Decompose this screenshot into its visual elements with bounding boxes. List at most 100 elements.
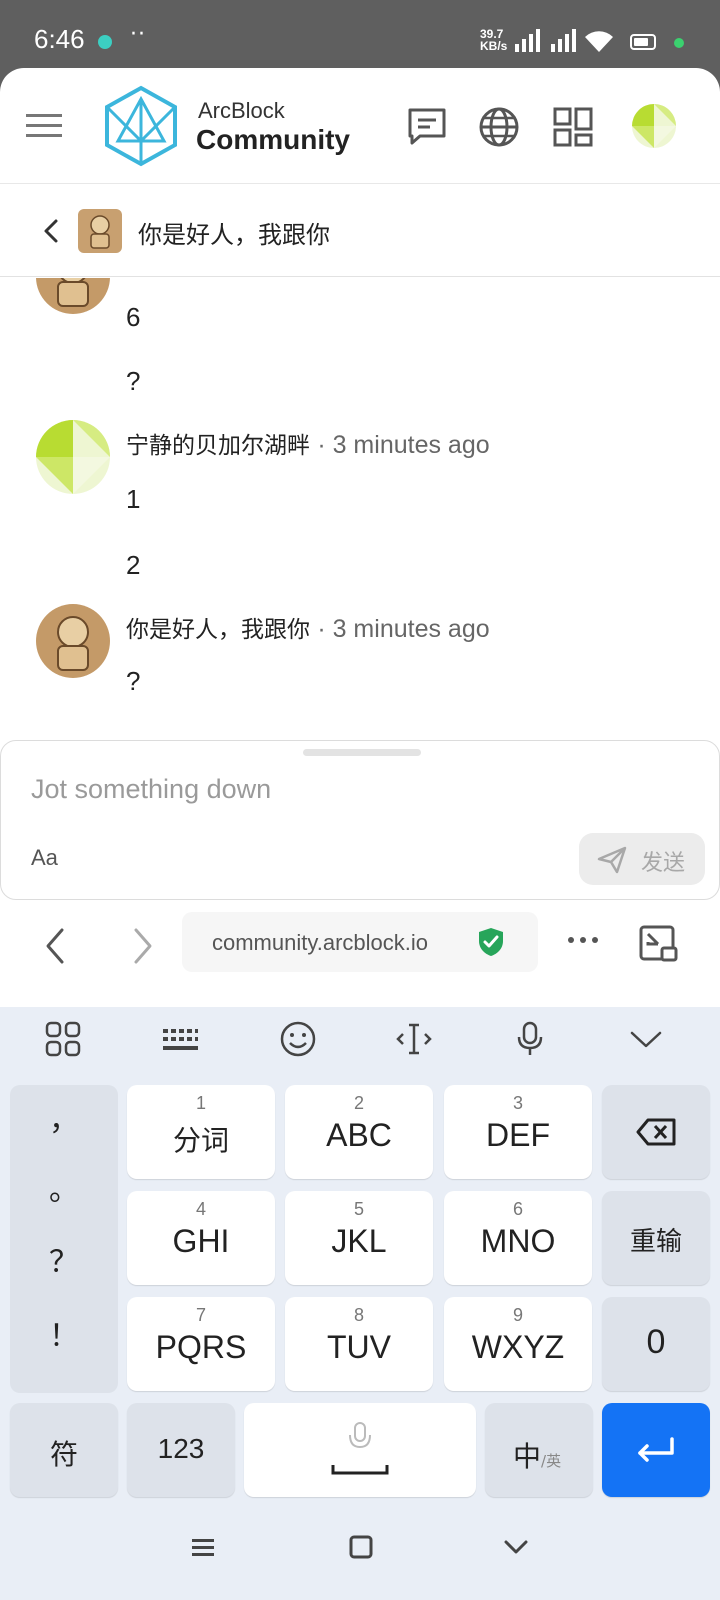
address-bar[interactable]: community.arcblock.io [182, 912, 538, 972]
minimize-window-icon[interactable] [638, 924, 678, 964]
chat-avatar[interactable] [78, 209, 122, 253]
key-7[interactable]: 7 PQRS [127, 1297, 275, 1391]
language-toggle-key[interactable]: 中/英 [485, 1403, 593, 1497]
message-text: 1 [126, 484, 141, 514]
network-speed: 39.7 KB/s [480, 28, 507, 52]
punct-key[interactable]: 。 [10, 1165, 118, 1209]
punct-key[interactable]: ， [10, 1095, 118, 1139]
browser-forward-icon[interactable] [128, 926, 158, 966]
backspace-icon [636, 1118, 676, 1146]
message-avatar[interactable] [36, 278, 110, 314]
message-avatar[interactable] [36, 604, 110, 678]
microphone-icon[interactable] [510, 1019, 550, 1059]
brand-subtitle[interactable]: Community [196, 124, 350, 156]
emoji-icon[interactable] [278, 1019, 318, 1059]
key-4[interactable]: 4 GHI [127, 1191, 275, 1285]
key-number: 8 [353, 1305, 364, 1325]
user-avatar[interactable] [632, 104, 676, 148]
key-0[interactable]: 0 [602, 1297, 710, 1391]
arcblock-logo-icon[interactable] [104, 85, 178, 167]
enter-key[interactable] [602, 1403, 710, 1497]
enter-icon [638, 1437, 674, 1462]
drag-handle[interactable] [303, 749, 421, 756]
key-label: 0 [646, 1323, 666, 1361]
cursor-move-icon[interactable] [394, 1019, 434, 1059]
key-8[interactable]: 8 TUV [285, 1297, 433, 1391]
key-3[interactable]: 3 DEF [444, 1085, 592, 1179]
message-avatar[interactable] [36, 420, 110, 494]
reinput-key[interactable]: 重输 [602, 1191, 710, 1285]
key-label: GHI [172, 1223, 230, 1259]
punct-key[interactable]: ！ [10, 1311, 118, 1355]
wifi-icon [585, 31, 613, 52]
key-6[interactable]: 6 MNO [444, 1191, 592, 1285]
back-nav-icon[interactable] [502, 1534, 530, 1560]
system-nav-bar [0, 1500, 720, 1600]
message-author-name: 你是好人，我跟你 [126, 617, 310, 643]
recent-apps-icon[interactable] [190, 1536, 216, 1560]
lang-sub-label: /英 [541, 1452, 562, 1470]
key-label: TUV [327, 1329, 391, 1365]
app-header: ArcBlock Community [0, 68, 720, 184]
secure-shield-icon[interactable] [476, 926, 506, 958]
key-2[interactable]: 2 ABC [285, 1085, 433, 1179]
key-label: 分词 [172, 1124, 229, 1157]
message-text: 6 [126, 302, 141, 332]
send-button[interactable]: 发送 [579, 833, 705, 885]
message-author: 宁静的贝加尔湖畔 · 3 minutes ago [126, 426, 490, 460]
grid-menu-icon[interactable] [43, 1019, 83, 1059]
key-label: WXYZ [471, 1329, 565, 1365]
chat-icon[interactable] [406, 106, 448, 148]
chat-header: 你是好人，我跟你 [0, 185, 720, 277]
apps-icon[interactable] [552, 106, 594, 148]
brand-name[interactable]: ArcBlock [198, 98, 285, 124]
network-speed-unit: KB/s [480, 39, 508, 53]
punctuation-column[interactable]: ， 。 ？ ！ [10, 1085, 118, 1393]
numbers-key[interactable]: 123 [127, 1403, 235, 1497]
key-label: 123 [157, 1433, 205, 1464]
message-input[interactable] [31, 769, 671, 809]
key-1[interactable]: 1 分词 [127, 1085, 275, 1179]
status-time: 6:46 [34, 24, 85, 54]
message-time: · 3 minutes ago [317, 615, 490, 643]
send-label: 发送 [641, 850, 686, 875]
key-number: 1 [195, 1093, 206, 1113]
chevron-left-icon[interactable] [40, 217, 62, 245]
message-list[interactable]: 6 ? 宁静的贝加尔湖畔 · 3 minutes ago 1 2 你是好人，我跟… [0, 278, 720, 808]
home-icon[interactable] [348, 1534, 374, 1560]
key-number: 2 [353, 1093, 364, 1113]
message-composer: Aa 发送 [0, 740, 720, 900]
browser-back-icon[interactable] [40, 926, 70, 966]
key-9[interactable]: 9 WXYZ [444, 1297, 592, 1391]
key-label: JKL [331, 1223, 387, 1259]
symbols-key[interactable]: 符 [10, 1403, 118, 1497]
keyboard-layout-icon[interactable] [160, 1019, 200, 1059]
message-text: ? [126, 366, 141, 396]
ime-keyboard: ， 。 ？ ！ 1 分词 2 ABC 3 DEF 4 GHI 5 JKL 6 M… [0, 1007, 720, 1600]
key-number: 3 [512, 1093, 523, 1113]
space-key[interactable] [244, 1403, 476, 1497]
more-options-icon[interactable] [566, 934, 600, 946]
key-label: 重输 [629, 1227, 682, 1257]
signal-icon [551, 29, 576, 52]
collapse-keyboard-icon[interactable] [626, 1019, 666, 1059]
font-format-button[interactable]: Aa [31, 845, 58, 871]
key-label: ABC [326, 1117, 392, 1153]
space-mic-icon [331, 1422, 389, 1475]
key-label: 符 [49, 1438, 78, 1471]
key-number: 5 [353, 1199, 364, 1219]
globe-icon[interactable] [478, 106, 520, 148]
key-number: 9 [512, 1305, 523, 1325]
key-label: DEF [486, 1117, 550, 1153]
menu-icon[interactable] [26, 112, 62, 140]
key-label: PQRS [155, 1329, 247, 1365]
notification-icon [98, 35, 112, 49]
key-label: MNO [480, 1223, 556, 1259]
punct-key[interactable]: ？ [10, 1237, 118, 1281]
status-bar: 6:46 ·· 39.7 KB/s [0, 0, 720, 70]
message-text: 2 [126, 550, 141, 580]
backspace-key[interactable] [602, 1085, 710, 1179]
active-dot [674, 38, 684, 48]
url-text[interactable]: community.arcblock.io [212, 930, 428, 956]
key-5[interactable]: 5 JKL [285, 1191, 433, 1285]
